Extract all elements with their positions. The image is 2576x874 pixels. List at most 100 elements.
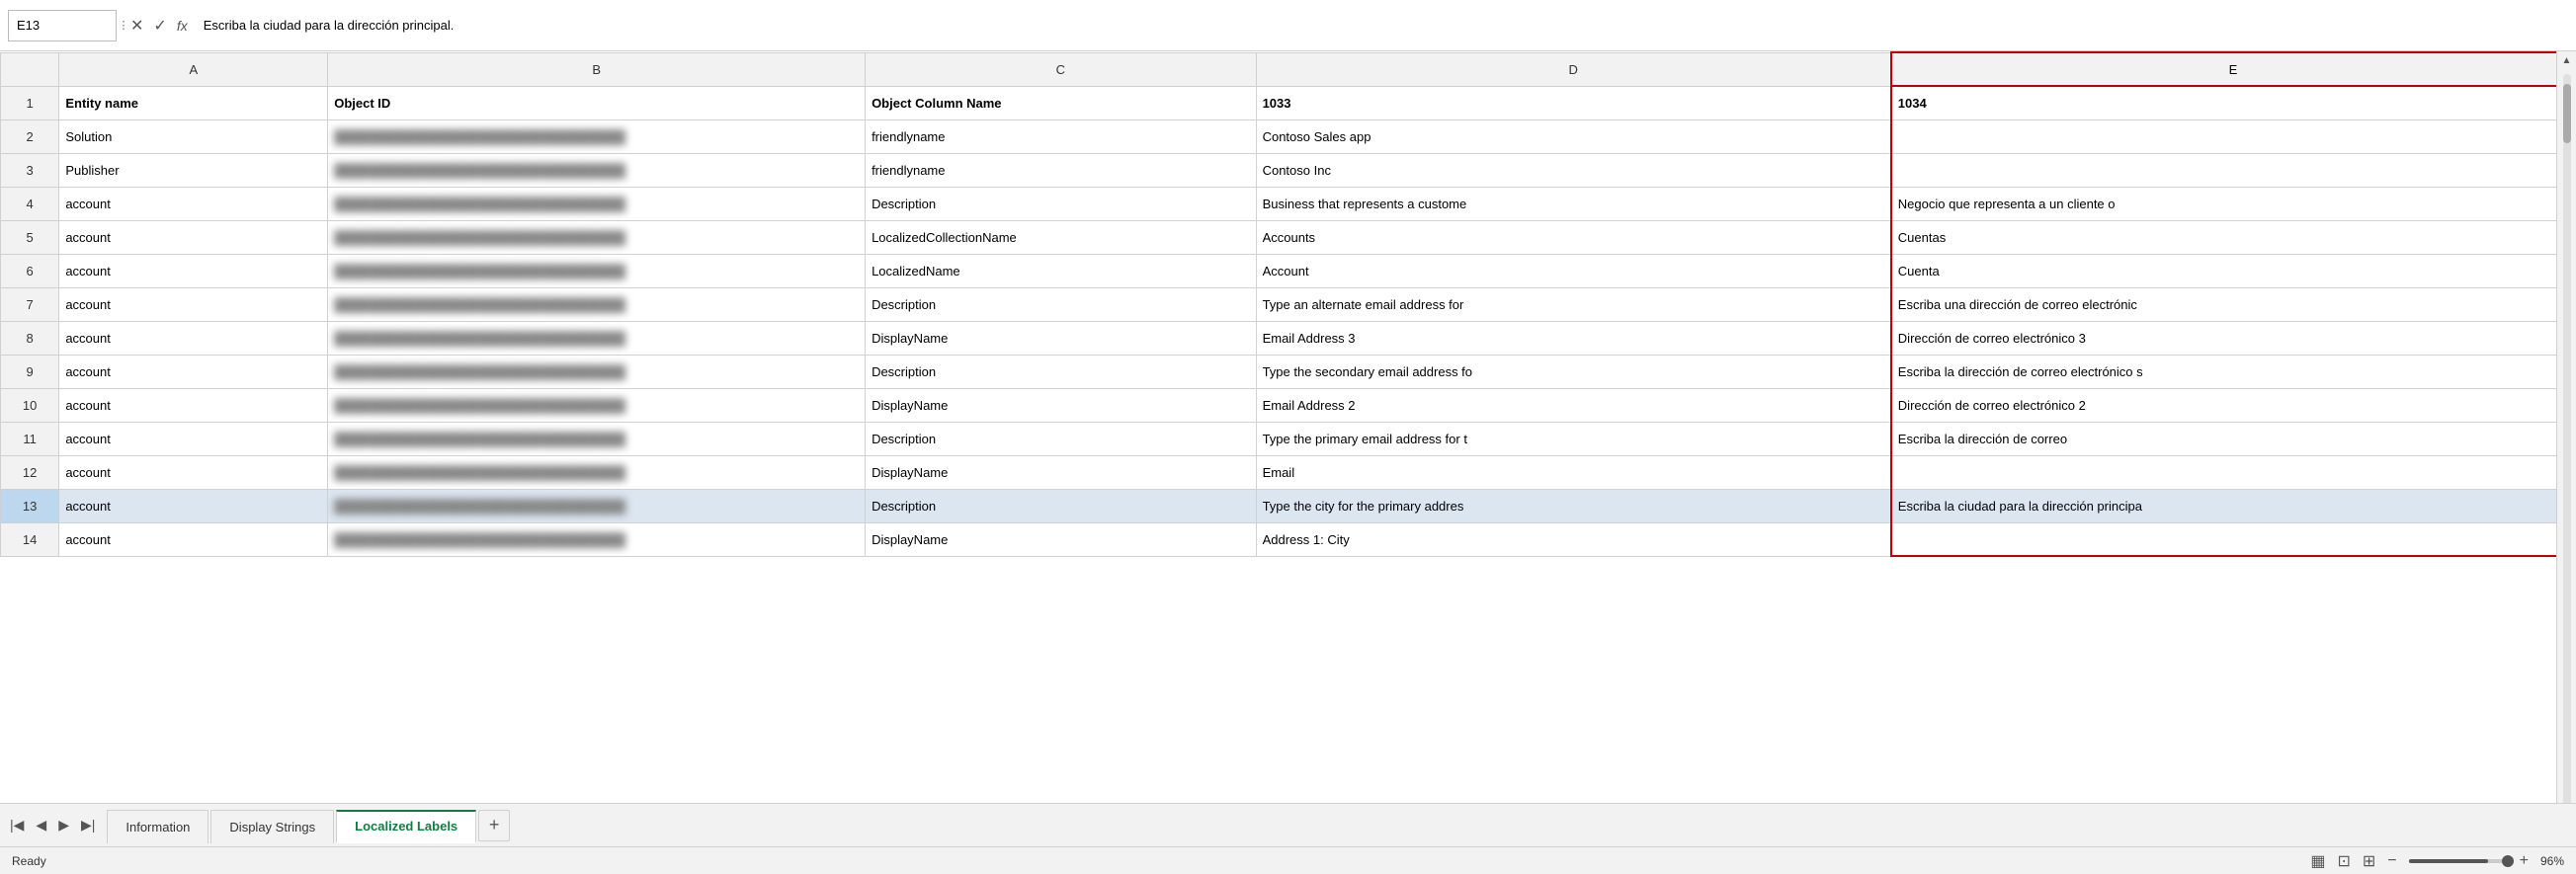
cell-10-A[interactable]: account <box>59 388 328 422</box>
cell-2-D[interactable]: Contoso Sales app <box>1256 119 1891 153</box>
tab-nav-first[interactable]: |◀ <box>6 815 28 835</box>
cell-12-C[interactable]: DisplayName <box>866 455 1257 489</box>
cell-1-A[interactable]: Entity name <box>59 86 328 119</box>
cell-10-B[interactable]: ████████████████████████████████ <box>328 388 866 422</box>
tab-localized-labels[interactable]: Localized Labels <box>336 810 476 843</box>
cell-4-C[interactable]: Description <box>866 187 1257 220</box>
cell-14-C[interactable]: DisplayName <box>866 522 1257 556</box>
cell-4-D[interactable]: Business that represents a custome <box>1256 187 1891 220</box>
cancel-icon[interactable]: ✕ <box>130 16 143 36</box>
cell-7-C[interactable]: Description <box>866 287 1257 321</box>
cell-6-C[interactable]: LocalizedName <box>866 254 1257 287</box>
cell-11-B[interactable]: ████████████████████████████████ <box>328 422 866 455</box>
confirm-icon[interactable]: ✓ <box>153 16 166 36</box>
cell-4-B[interactable]: ████████████████████████████████ <box>328 187 866 220</box>
tab-nav-last[interactable]: ▶| <box>77 815 99 835</box>
cell-9-C[interactable]: Description <box>866 355 1257 388</box>
cell-12-A[interactable]: account <box>59 455 328 489</box>
table-row: 12account███████████████████████████████… <box>1 455 2576 489</box>
cell-1-D[interactable]: 1033 <box>1256 86 1891 119</box>
vertical-scrollbar[interactable]: ▲ ▼ <box>2556 51 2576 846</box>
cell-3-A[interactable]: Publisher <box>59 153 328 187</box>
page-break-icon[interactable]: ⊞ <box>2363 851 2375 871</box>
cell-1-C[interactable]: Object Column Name <box>866 86 1257 119</box>
zoom-in-icon[interactable]: + <box>2520 852 2529 870</box>
cell-5-D[interactable]: Accounts <box>1256 220 1891 254</box>
cell-8-E[interactable]: Dirección de correo electrónico 3 <box>1891 321 2575 355</box>
cell-9-D[interactable]: Type the secondary email address fo <box>1256 355 1891 388</box>
cell-7-B[interactable]: ████████████████████████████████ <box>328 287 866 321</box>
cell-10-C[interactable]: DisplayName <box>866 388 1257 422</box>
zoom-slider-thumb[interactable] <box>2502 855 2514 867</box>
cell-12-B[interactable]: ████████████████████████████████ <box>328 455 866 489</box>
cell-7-A[interactable]: account <box>59 287 328 321</box>
cell-reference-box[interactable]: E13 <box>8 10 117 41</box>
cell-6-B[interactable]: ████████████████████████████████ <box>328 254 866 287</box>
cell-13-A[interactable]: account <box>59 489 328 522</box>
cell-14-D[interactable]: Address 1: City <box>1256 522 1891 556</box>
scroll-up-btn[interactable]: ▲ <box>2562 51 2572 70</box>
cell-13-E[interactable]: Escriba la ciudad para la dirección prin… <box>1891 489 2575 522</box>
cell-9-A[interactable]: account <box>59 355 328 388</box>
cell-3-D[interactable]: Contoso Inc <box>1256 153 1891 187</box>
cell-9-E[interactable]: Escriba la dirección de correo electróni… <box>1891 355 2575 388</box>
tab-add-button[interactable]: + <box>478 810 510 841</box>
cell-1-E[interactable]: 1034 <box>1891 86 2575 119</box>
cell-14-E[interactable] <box>1891 522 2575 556</box>
tab-display-strings[interactable]: Display Strings <box>210 810 334 843</box>
zoom-out-icon[interactable]: − <box>2387 852 2396 870</box>
cell-5-B[interactable]: ████████████████████████████████ <box>328 220 866 254</box>
cell-11-E[interactable]: Escriba la dirección de correo <box>1891 422 2575 455</box>
cell-13-B[interactable]: ████████████████████████████████ <box>328 489 866 522</box>
normal-view-icon[interactable]: ▦ <box>2310 851 2325 871</box>
zoom-slider[interactable] <box>2409 859 2508 863</box>
cell-8-C[interactable]: DisplayName <box>866 321 1257 355</box>
tab-nav-next[interactable]: ▶ <box>54 815 73 835</box>
cell-2-A[interactable]: Solution <box>59 119 328 153</box>
cell-3-B[interactable]: ████████████████████████████████ <box>328 153 866 187</box>
cell-2-B[interactable]: ████████████████████████████████ <box>328 119 866 153</box>
cell-1-B[interactable]: Object ID <box>328 86 866 119</box>
formula-input[interactable] <box>198 14 2568 37</box>
cell-3-E[interactable] <box>1891 153 2575 187</box>
cell-7-E[interactable]: Escriba una dirección de correo electrón… <box>1891 287 2575 321</box>
cell-3-C[interactable]: friendlyname <box>866 153 1257 187</box>
cell-8-D[interactable]: Email Address 3 <box>1256 321 1891 355</box>
cell-6-A[interactable]: account <box>59 254 328 287</box>
col-header-C[interactable]: C <box>866 52 1257 86</box>
col-header-E[interactable]: E <box>1891 52 2575 86</box>
tab-information[interactable]: Information <box>107 810 208 843</box>
col-header-A[interactable]: A <box>59 52 328 86</box>
cell-9-B[interactable]: ████████████████████████████████ <box>328 355 866 388</box>
cell-13-D[interactable]: Type the city for the primary addres <box>1256 489 1891 522</box>
cell-14-B[interactable]: ████████████████████████████████ <box>328 522 866 556</box>
cell-2-E[interactable] <box>1891 119 2575 153</box>
cell-13-C[interactable]: Description <box>866 489 1257 522</box>
cell-4-E[interactable]: Negocio que representa a un cliente o <box>1891 187 2575 220</box>
tab-display-strings-label: Display Strings <box>229 820 315 834</box>
cell-5-E[interactable]: Cuentas <box>1891 220 2575 254</box>
cell-10-D[interactable]: Email Address 2 <box>1256 388 1891 422</box>
cell-6-E[interactable]: Cuenta <box>1891 254 2575 287</box>
cell-6-D[interactable]: Account <box>1256 254 1891 287</box>
cell-5-A[interactable]: account <box>59 220 328 254</box>
col-header-D[interactable]: D <box>1256 52 1891 86</box>
cell-12-D[interactable]: Email <box>1256 455 1891 489</box>
v-scrollbar-thumb[interactable] <box>2563 84 2571 143</box>
cell-14-A[interactable]: account <box>59 522 328 556</box>
table-row: 5account████████████████████████████████… <box>1 220 2576 254</box>
cell-11-A[interactable]: account <box>59 422 328 455</box>
cell-12-E[interactable] <box>1891 455 2575 489</box>
tab-nav-prev[interactable]: ◀ <box>32 815 50 835</box>
cell-2-C[interactable]: friendlyname <box>866 119 1257 153</box>
cell-7-D[interactable]: Type an alternate email address for <box>1256 287 1891 321</box>
cell-8-B[interactable]: ████████████████████████████████ <box>328 321 866 355</box>
cell-4-A[interactable]: account <box>59 187 328 220</box>
cell-11-D[interactable]: Type the primary email address for t <box>1256 422 1891 455</box>
col-header-B[interactable]: B <box>328 52 866 86</box>
cell-5-C[interactable]: LocalizedCollectionName <box>866 220 1257 254</box>
cell-8-A[interactable]: account <box>59 321 328 355</box>
cell-11-C[interactable]: Description <box>866 422 1257 455</box>
cell-10-E[interactable]: Dirección de correo electrónico 2 <box>1891 388 2575 422</box>
page-layout-icon[interactable]: ⊡ <box>2337 851 2350 871</box>
